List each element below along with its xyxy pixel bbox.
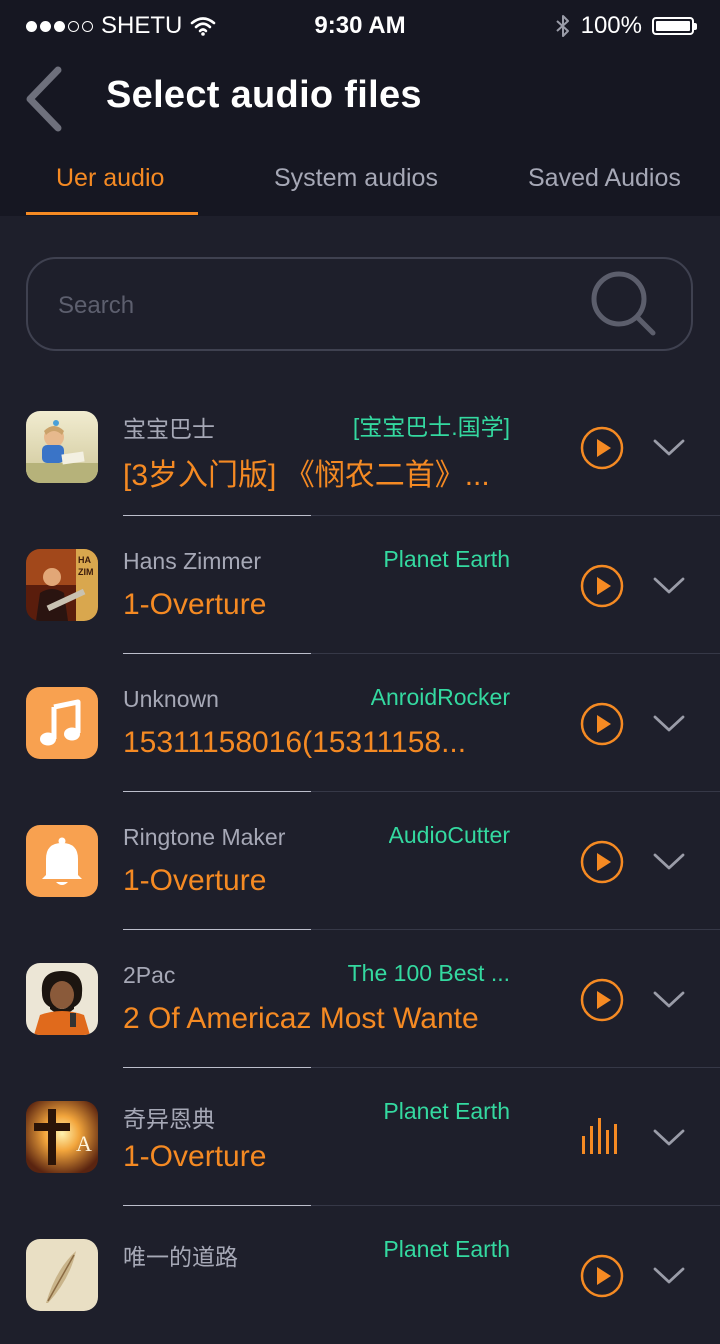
chevron-down-icon[interactable]: [652, 850, 686, 874]
track-artist: 2Pac: [123, 962, 176, 988]
chevron-down-icon[interactable]: [652, 1126, 686, 1150]
music-note-icon: [26, 687, 98, 759]
bell-icon: [26, 825, 98, 897]
track-title: 2 Of Americaz Most Wante: [123, 1002, 479, 1035]
svg-text:ZIM: ZIM: [78, 567, 94, 577]
list-item[interactable]: 2Pac The 100 Best ... 2 Of Americaz Most…: [0, 930, 720, 1068]
track-title: 1-Overture: [123, 1140, 267, 1173]
track-list: 宝宝巴士 [宝宝巴士.国学] [3岁入门版] 《悯农二首》... HA ZIM: [0, 378, 720, 1344]
svg-text:HA: HA: [78, 555, 91, 565]
list-item[interactable]: 唯一的道路 Planet Earth: [0, 1206, 720, 1344]
tab-user-audio[interactable]: Uer audio: [56, 164, 164, 193]
play-icon[interactable]: [580, 978, 624, 1022]
list-item[interactable]: A 奇异恩典 Planet Earth 1-Overture: [0, 1068, 720, 1206]
track-title: 15311158016(15311158...: [123, 726, 467, 759]
svg-text:A: A: [76, 1131, 92, 1156]
equalizer-icon[interactable]: [580, 1116, 624, 1160]
list-item[interactable]: Unknown AnroidRocker 15311158016(1531115…: [0, 654, 720, 792]
battery-percent: 100%: [580, 12, 642, 39]
track-album: The 100 Best ...: [347, 960, 510, 986]
chevron-down-icon[interactable]: [652, 712, 686, 736]
track-album: Planet Earth: [383, 1098, 510, 1124]
chevron-down-icon[interactable]: [652, 988, 686, 1012]
track-artist: 奇异恩典: [123, 1106, 215, 1132]
battery-icon: [652, 17, 697, 35]
child-reading-art: [26, 411, 98, 483]
play-icon[interactable]: [580, 702, 624, 746]
track-artist: 宝宝巴士: [123, 416, 215, 442]
list-item[interactable]: 宝宝巴士 [宝宝巴士.国学] [3岁入门版] 《悯农二首》...: [0, 378, 720, 516]
track-album: AudioCutter: [388, 822, 510, 848]
track-album: [宝宝巴士.国学]: [352, 414, 510, 440]
chevron-down-icon[interactable]: [652, 574, 686, 598]
play-icon[interactable]: [580, 1254, 624, 1298]
bluetooth-icon: [555, 15, 569, 37]
status-bar: SHETU 9:30 AM 100%: [0, 0, 720, 50]
chevron-down-icon[interactable]: [652, 436, 686, 460]
chevron-left-icon[interactable]: [20, 64, 70, 134]
list-item[interactable]: Ringtone Maker AudioCutter 1-Overture: [0, 792, 720, 930]
play-icon[interactable]: [580, 564, 624, 608]
track-album: AnroidRocker: [370, 684, 510, 710]
track-title: [3岁入门版] 《悯农二首》...: [123, 459, 490, 492]
page-title: Select audio files: [106, 74, 422, 116]
track-album: Planet Earth: [383, 1236, 510, 1262]
track-artist: 唯一的道路: [123, 1244, 238, 1270]
track-title: 1-Overture: [123, 588, 267, 621]
track-artist: Unknown: [123, 686, 219, 712]
search-input[interactable]: Search: [58, 292, 134, 320]
cross-sunset-art: A: [26, 1101, 98, 1173]
play-icon[interactable]: [580, 840, 624, 884]
status-bar-right: 100%: [555, 12, 697, 40]
hans-zimmer-live-art: HA ZIM: [26, 549, 98, 621]
chevron-down-icon[interactable]: [652, 1264, 686, 1288]
tab-system-audios[interactable]: System audios: [274, 164, 438, 193]
portrait-art: [26, 963, 98, 1035]
track-title: 1-Overture: [123, 864, 267, 897]
track-artist: Hans Zimmer: [123, 548, 262, 574]
search-icon[interactable]: [589, 269, 661, 341]
list-item[interactable]: HA ZIM Hans Zimmer Planet Earth 1-Overtu…: [0, 516, 720, 654]
track-artist: Ringtone Maker: [123, 824, 286, 850]
header: Select audio files Uer audio System audi…: [0, 50, 720, 216]
active-tab-indicator: [26, 212, 198, 215]
search-box[interactable]: Search: [26, 257, 693, 351]
tab-saved-audios[interactable]: Saved Audios: [528, 164, 681, 193]
feather-art: [26, 1239, 98, 1311]
track-album: Planet Earth: [383, 546, 510, 572]
play-icon[interactable]: [580, 426, 624, 470]
